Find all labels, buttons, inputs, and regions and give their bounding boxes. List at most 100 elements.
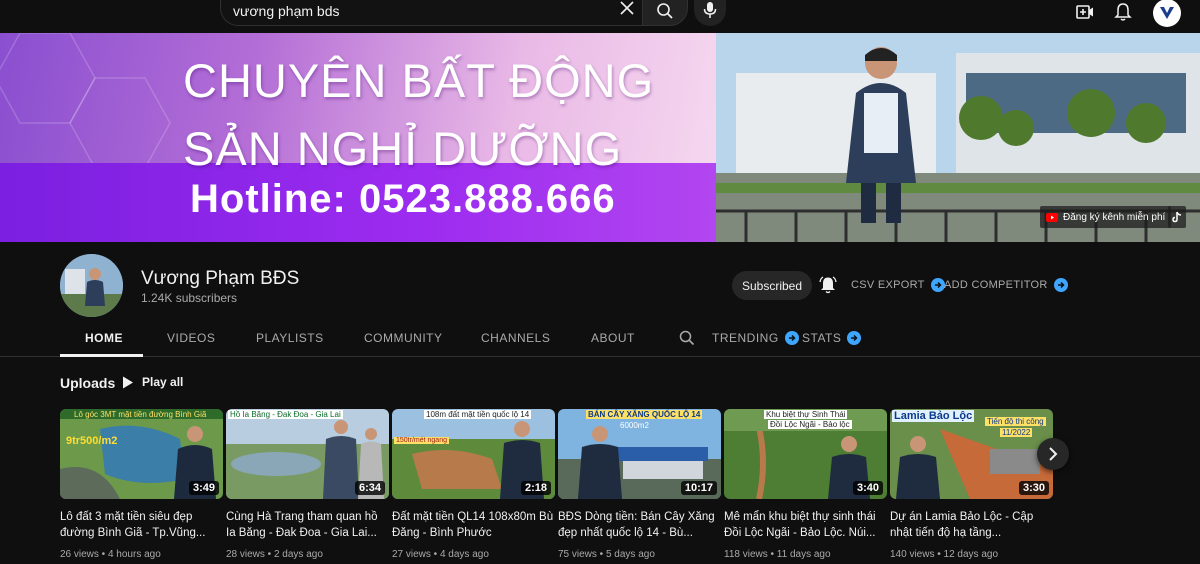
active-tab-indicator xyxy=(60,354,143,357)
search-icon[interactable] xyxy=(679,330,695,346)
arrow-right-icon xyxy=(1053,278,1068,292)
video-card[interactable]: Hồ Ia Băng - Đak Đoa - Gia Lai 6:34 Cùng… xyxy=(226,409,389,560)
play-icon xyxy=(123,376,133,388)
banner-hotline: Hotline: 0523.888.666 xyxy=(190,177,616,221)
video-meta: 26 views • 4 hours ago xyxy=(60,549,161,560)
tab-stats-label: STATS xyxy=(802,331,842,345)
banner-graphic: CHUYÊN BẤT ĐỘNG SẢN NGHỈ DƯỠNG Hotline: … xyxy=(0,33,716,242)
search-button[interactable] xyxy=(642,0,688,26)
video-age: 11 days ago xyxy=(776,549,831,560)
next-videos-button[interactable] xyxy=(1037,438,1069,470)
video-card[interactable]: BÁN CÂY XĂNG QUỐC LỘ 14 6000m2 10:17 BĐS… xyxy=(558,409,721,560)
video-duration: 3:30 xyxy=(1018,481,1049,495)
banner-subscribe-link[interactable]: Đăng ký kênh miễn phí xyxy=(1040,206,1172,228)
tab-stats[interactable]: STATS xyxy=(802,331,862,345)
thumbnail-caption: Khu biệt thự Sinh Thái xyxy=(764,410,848,419)
tab-trending[interactable]: TRENDING xyxy=(712,331,799,345)
notification-bell-icon[interactable] xyxy=(819,276,837,294)
arrow-right-icon xyxy=(784,331,799,345)
mic-icon xyxy=(703,2,717,18)
video-card[interactable]: Lamia Bảo Lộc Tiến độ thi công 11/2022 3… xyxy=(890,409,1053,560)
channel-avatar-image xyxy=(60,254,123,317)
search-query[interactable]: vương phạm bds xyxy=(233,3,340,19)
video-thumbnail[interactable]: 108m đất mặt tiền quốc lộ 14 150tr/mét n… xyxy=(392,409,555,499)
video-meta: 28 views • 2 days ago xyxy=(226,549,323,560)
channel-avatar[interactable] xyxy=(60,254,123,317)
thumbnail-area: 6000m2 xyxy=(620,421,649,430)
thumbnail-caption: BÁN CÂY XĂNG QUỐC LỘ 14 xyxy=(586,410,703,419)
video-age: 4 hours ago xyxy=(107,549,161,560)
video-title[interactable]: Lô đất 3 mặt tiền siêu đẹp đường Bình Gi… xyxy=(60,509,223,541)
masthead: vương phạm bds xyxy=(0,0,1200,33)
video-thumbnail[interactable]: BÁN CÂY XĂNG QUỐC LỘ 14 6000m2 10:17 xyxy=(558,409,721,499)
thumbnail-caption: Hồ Ia Băng - Đak Đoa - Gia Lai xyxy=(228,410,343,419)
csv-export-label: CSV EXPORT xyxy=(851,279,925,291)
video-title[interactable]: BĐS Dòng tiền: Bán Cây Xăng đẹp nhất quố… xyxy=(558,509,721,541)
channel-banner: CHUYÊN BẤT ĐỘNG SẢN NGHỈ DƯỠNG Hotline: … xyxy=(0,33,1200,242)
channel-name: Vương Phạm BĐS xyxy=(141,268,300,289)
video-title[interactable]: Mê mẩn khu biệt thự sinh thái Đồi Lộc Ng… xyxy=(724,509,887,541)
video-card[interactable]: 108m đất mặt tiền quốc lộ 14 150tr/mét n… xyxy=(392,409,555,560)
video-duration: 10:17 xyxy=(680,481,717,495)
video-duration: 2:18 xyxy=(520,481,551,495)
video-age: 2 days ago xyxy=(273,549,323,560)
tab-community[interactable]: COMMUNITY xyxy=(364,331,443,345)
video-title[interactable]: Cùng Hà Trang tham quan hồ Ia Băng - Đak… xyxy=(226,509,389,541)
channel-tabs: HOME VIDEOS PLAYLISTS COMMUNITY CHANNELS… xyxy=(0,320,1200,357)
tab-playlists[interactable]: PLAYLISTS xyxy=(256,331,324,345)
video-views: 26 views xyxy=(60,549,99,560)
video-card[interactable]: Khu biệt thự Sinh Thái Đồi Lộc Ngãi - Bả… xyxy=(724,409,887,560)
play-all-label: Play all xyxy=(142,375,184,389)
thumbnail-date: 11/2022 xyxy=(1000,428,1033,437)
video-thumbnail[interactable]: Hồ Ia Băng - Đak Đoa - Gia Lai 6:34 xyxy=(226,409,389,499)
video-meta: 140 views • 12 days ago xyxy=(890,549,999,560)
thumbnail-subcaption: Tiến độ thi công xyxy=(985,417,1046,426)
thumbnail-caption: Lô góc 3MT mặt tiền đường Bình Giã xyxy=(74,410,207,419)
uploads-heading[interactable]: Uploads xyxy=(60,375,115,391)
video-thumbnail[interactable]: Khu biệt thự Sinh Thái Đồi Lộc Ngãi - Bả… xyxy=(724,409,887,499)
search-input[interactable]: vương phạm bds xyxy=(220,0,642,26)
video-meta: 75 views • 5 days ago xyxy=(558,549,655,560)
subscriber-count: 1.24K subscribers xyxy=(141,291,238,305)
voice-search-button[interactable] xyxy=(694,0,726,26)
banner-headline-1: CHUYÊN BẤT ĐỘNG xyxy=(183,54,655,107)
search-icon xyxy=(657,3,673,19)
video-meta: 27 views • 4 days ago xyxy=(392,549,489,560)
arrow-right-icon xyxy=(930,278,945,292)
tiktok-icon xyxy=(1172,211,1182,223)
video-title[interactable]: Dự án Lamia Bảo Lộc - Cập nhật tiến độ h… xyxy=(890,509,1053,541)
account-logo-icon xyxy=(1160,7,1174,19)
video-thumbnail[interactable]: Lô góc 3MT mặt tiền đường Bình Giã 9tr50… xyxy=(60,409,223,499)
thumbnail-price: 150tr/mét ngang xyxy=(394,437,449,444)
banner-cta-label: Đăng ký kênh miễn phí xyxy=(1063,211,1166,223)
tab-home[interactable]: HOME xyxy=(85,331,123,345)
tab-videos[interactable]: VIDEOS xyxy=(167,331,215,345)
video-thumbnail[interactable]: Lamia Bảo Lộc Tiến độ thi công 11/2022 3… xyxy=(890,409,1053,499)
csv-export-button[interactable]: CSV EXPORT xyxy=(851,278,945,292)
add-competitor-label: ADD COMPETITOR xyxy=(944,279,1048,291)
thumbnail-caption: 108m đất mặt tiền quốc lộ 14 xyxy=(424,410,532,419)
video-views: 75 views xyxy=(558,549,597,560)
video-views: 28 views xyxy=(226,549,265,560)
video-duration: 3:40 xyxy=(852,481,883,495)
video-views: 27 views xyxy=(392,549,431,560)
play-all-button[interactable]: Play all xyxy=(122,375,183,389)
video-card[interactable]: Lô góc 3MT mặt tiền đường Bình Giã 9tr50… xyxy=(60,409,223,560)
create-video-icon[interactable] xyxy=(1076,4,1094,20)
tiktok-link[interactable] xyxy=(1168,206,1186,228)
account-avatar[interactable] xyxy=(1153,0,1181,27)
tab-trending-label: TRENDING xyxy=(712,331,779,345)
video-title[interactable]: Đất mặt tiền QL14 108x80m Bù Đăng - Bình… xyxy=(392,509,555,541)
tab-channels[interactable]: CHANNELS xyxy=(481,331,550,345)
add-competitor-button[interactable]: ADD COMPETITOR xyxy=(944,278,1068,292)
tab-about[interactable]: ABOUT xyxy=(591,331,635,345)
subscribed-button[interactable]: Subscribed xyxy=(732,271,812,300)
video-duration: 6:34 xyxy=(354,481,385,495)
video-age: 12 days ago xyxy=(943,549,999,560)
bell-icon[interactable] xyxy=(1114,2,1132,22)
video-meta: 118 views • 11 days ago xyxy=(724,549,831,560)
youtube-icon xyxy=(1046,212,1058,222)
banner-headline-2: SẢN NGHỈ DƯỠNG xyxy=(183,122,623,175)
arrow-right-icon xyxy=(847,331,862,345)
close-icon[interactable] xyxy=(619,0,635,16)
